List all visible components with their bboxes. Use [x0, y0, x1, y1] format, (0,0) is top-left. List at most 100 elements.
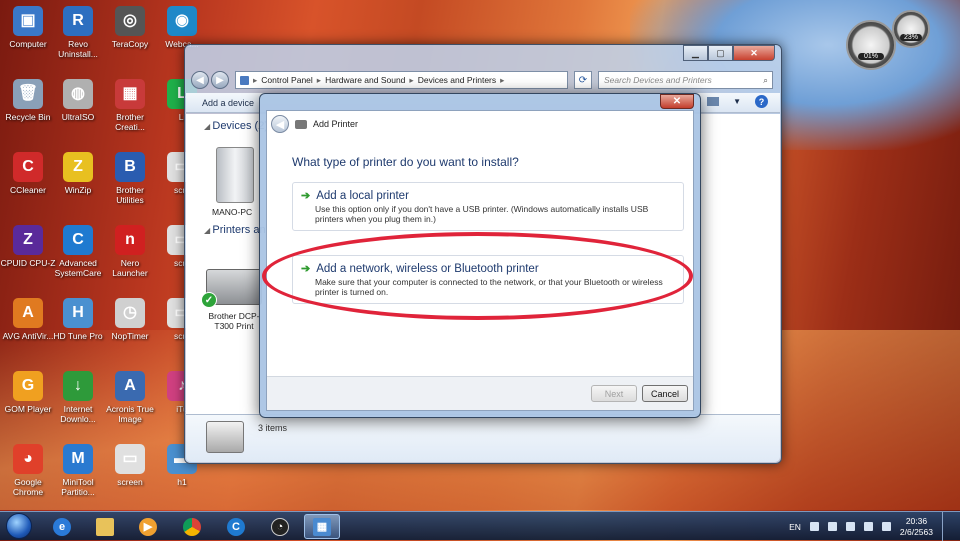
desktop-icon[interactable]: ↓ Internet Downlo... — [50, 371, 106, 424]
desktop-icon-image: ↓ — [63, 371, 93, 401]
clock[interactable]: 20:36 2/6/2563 — [900, 516, 933, 538]
view-options-icon[interactable] — [707, 97, 720, 106]
desktop-icon-image: M — [63, 444, 93, 474]
clock-date: 2/6/2563 — [899, 526, 933, 537]
maximize-button[interactable]: ▢ — [708, 45, 733, 61]
desktop-icon[interactable]: B Brother Utilities — [102, 152, 158, 205]
desktop-icon-image: Z — [13, 225, 43, 255]
search-icon: ⌕ — [763, 74, 768, 85]
chrome-icon — [183, 517, 201, 536]
tray-show-hidden-icon[interactable] — [809, 522, 819, 531]
chevron-down-icon[interactable]: ▼ — [733, 97, 741, 106]
option-network-description: Make sure that your computer is connecte… — [315, 277, 663, 297]
dialog-header: ◀ Add Printer — [271, 115, 358, 133]
desktop-icon[interactable]: ◍ UltraISO — [50, 79, 106, 122]
desktop-icon-image: A — [13, 298, 43, 328]
tray-volume-icon[interactable] — [863, 522, 873, 531]
add-network-printer-option[interactable]: ➔ Add a network, wireless or Bluetooth pr… — [292, 255, 684, 304]
desktop-icon[interactable]: Z CPUID CPU-Z — [0, 225, 56, 268]
window-controls: ▁ ▢ ✕ — [683, 45, 775, 61]
dialog-title: Add Printer — [313, 119, 359, 129]
desktop-icon[interactable]: ◎ TeraCopy — [102, 6, 158, 49]
desktop-icon[interactable]: ▭ screen — [102, 444, 158, 487]
desktop-icon-image: C — [63, 225, 93, 255]
desktop-icon[interactable]: C Advanced SystemCare — [50, 225, 106, 278]
desktop-icon-label: Computer — [9, 39, 47, 49]
desktop-icon[interactable]: C CCleaner — [0, 152, 56, 195]
close-button[interactable]: ✕ — [733, 45, 775, 61]
add-device-button[interactable]: Add a device — [202, 98, 254, 108]
desktop-icon[interactable]: A AVG AntiVir... — [0, 298, 56, 341]
desktop-icon[interactable]: G GOM Player — [0, 371, 56, 414]
desktop-icon-label: Internet Downlo... — [60, 404, 96, 424]
desktop-icon[interactable]: ◷ NopTimer — [102, 298, 158, 341]
memory-gauge: 23% — [892, 10, 930, 48]
desktop-icon[interactable]: M MiniTool Partitio... — [50, 444, 106, 497]
start-button[interactable] — [6, 513, 32, 539]
back-arrow-icon[interactable]: ◀ — [271, 115, 289, 133]
address-bar[interactable]: ▸ Control Panel ▸ Hardware and Sound ▸ D… — [235, 71, 568, 89]
taskbar-systemcare[interactable]: C — [218, 514, 254, 539]
breadcrumb-devices-printers[interactable]: Devices and Printers — [418, 75, 496, 85]
taskbar-explorer[interactable] — [87, 514, 123, 539]
system-tray: EN 20:36 2/6/2563 — [789, 512, 952, 541]
desktop-icon-label: Google Chrome — [12, 477, 44, 497]
desktop-icon[interactable]: 🗑 Recycle Bin — [0, 79, 56, 122]
desktop-icon[interactable]: R Revo Uninstall... — [50, 6, 106, 59]
desktop-icon[interactable]: ◕ Google Chrome — [0, 444, 56, 497]
nav-buttons: ◀ ▶ — [191, 71, 229, 89]
desktop-icon-image: Z — [63, 152, 93, 182]
breadcrumb-separator: ▸ — [500, 74, 505, 85]
desktop-icon-image: G — [13, 371, 43, 401]
tray-battery-icon[interactable] — [881, 522, 891, 531]
cpu-meter-gadget[interactable]: 01% 23% — [846, 10, 946, 70]
desktop-icon-image: B — [115, 152, 145, 182]
desktop-icon[interactable]: A Acronis True Image — [102, 371, 158, 424]
desktop-icon[interactable]: n Nero Launcher — [102, 225, 158, 278]
dialog-close-button[interactable]: ✕ — [660, 94, 694, 109]
computer-device-icon[interactable] — [216, 147, 254, 203]
breadcrumb-separator: ▸ — [253, 74, 258, 85]
desktop-icon[interactable]: ▦ Brother Creati... — [102, 79, 158, 132]
back-arrow-icon[interactable]: ◀ — [191, 71, 209, 89]
control-panel-icon: ▦ — [313, 517, 331, 536]
show-desktop-button[interactable] — [942, 512, 952, 541]
details-pane: 3 items — [186, 414, 780, 462]
desktop-icon-label: Advanced SystemCare — [54, 258, 102, 278]
taskbar-control-panel[interactable]: ▦ — [304, 514, 340, 539]
cancel-button[interactable]: Cancel — [642, 385, 688, 402]
desktop-icon[interactable]: ▣ Computer — [0, 6, 56, 49]
taskbar-chrome[interactable] — [174, 514, 210, 539]
tray-network-icon[interactable] — [845, 522, 855, 531]
speedometer-icon: ◔ — [271, 517, 289, 536]
forward-arrow-icon[interactable]: ▶ — [211, 71, 229, 89]
cpu-gauge: 01% — [846, 20, 896, 70]
add-local-printer-option[interactable]: ➔ Add a local printer Use this option onl… — [292, 182, 684, 231]
desktop-icon-image: ◕ — [13, 444, 43, 474]
desktop-icon-label: HD Tune Pro — [53, 331, 103, 341]
desktop-icon-label: h1 — [177, 477, 187, 487]
help-icon[interactable]: ? — [755, 95, 768, 108]
language-indicator[interactable]: EN — [789, 522, 801, 532]
desktop-icon-label: screen — [117, 477, 143, 487]
desktop-icon-image: ▣ — [13, 6, 43, 36]
control-panel-icon — [240, 75, 249, 85]
refresh-icon[interactable]: ⟳ — [574, 71, 592, 89]
desktop-icon-label: Recycle Bin — [5, 112, 51, 122]
taskbar-media-player[interactable]: ▶ — [130, 514, 166, 539]
tray-flag-icon[interactable] — [827, 522, 837, 531]
breadcrumb-hardware-sound[interactable]: Hardware and Sound — [325, 75, 405, 85]
taskbar-speedometer[interactable]: ◔ — [262, 514, 298, 539]
desktop-icon[interactable]: Z WinZip — [50, 152, 106, 195]
desktop-icon[interactable]: H HD Tune Pro — [50, 298, 106, 341]
desktop-icon-label: Revo Uninstall... — [58, 39, 98, 59]
taskbar-ie[interactable]: e — [44, 514, 80, 539]
search-input[interactable]: Search Devices and Printers ⌕ — [598, 71, 773, 89]
systemcare-icon: C — [227, 517, 245, 536]
minimize-button[interactable]: ▁ — [683, 45, 708, 61]
next-button[interactable]: Next — [591, 385, 637, 402]
desktop-icon-image: ◎ — [115, 6, 145, 36]
desktop-icon[interactable]: ◉ Webca... — [154, 6, 210, 49]
dialog-body: ◀ Add Printer What type of printer do yo… — [266, 110, 694, 411]
breadcrumb-control-panel[interactable]: Control Panel — [261, 75, 313, 85]
